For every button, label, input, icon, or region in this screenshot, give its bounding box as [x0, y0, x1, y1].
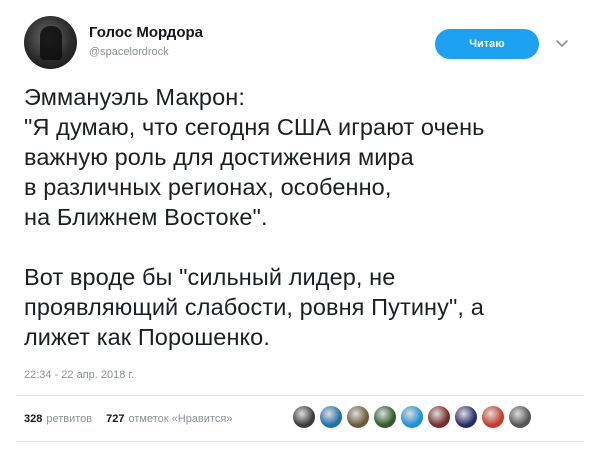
liker-avatar[interactable] [454, 405, 478, 429]
tweet-line: важную роль для достижения мира [24, 144, 414, 170]
liker-avatar[interactable] [373, 405, 397, 429]
divider [16, 441, 584, 442]
tweet-line: на Ближнем Востоке". [24, 204, 268, 230]
author-handle[interactable]: @spacelordrock [89, 46, 169, 58]
tweet-line: "Я думаю, что сегодня США играют очень [24, 114, 485, 140]
liker-avatar[interactable] [319, 405, 343, 429]
liker-avatar[interactable] [400, 405, 424, 429]
liker-avatar[interactable] [481, 405, 505, 429]
likes-count: 727 [106, 413, 125, 425]
avatar[interactable] [24, 16, 77, 69]
retweets-count: 328 [24, 413, 43, 425]
tweet-header: Голос Мордора @spacelordrock Читаю [24, 16, 584, 72]
likes-label: отметок «Нравится» [128, 413, 233, 425]
tweet-line: Эммануэль Макрон: [24, 84, 245, 110]
retweets-label: ретвитов [46, 413, 93, 425]
tweet-stats: 328 ретвитов 727 отметок «Нравится» [24, 407, 246, 431]
liker-avatar[interactable] [346, 405, 370, 429]
author-name[interactable]: Голос Мордора [89, 24, 203, 41]
liker-avatar[interactable] [508, 405, 532, 429]
avatar-figure [40, 26, 62, 60]
tweet-timestamp[interactable]: 22:34 - 22 апр. 2018 г. [24, 369, 134, 381]
tweet-line: Вот вроде бы "сильный лидер, не [24, 264, 396, 290]
likes-stat[interactable]: 727 отметок «Нравится» [106, 413, 232, 425]
liker-avatar[interactable] [292, 405, 316, 429]
tweet-text: Эммануэль Макрон: "Я думаю, что сегодня … [24, 82, 584, 352]
tweet-line: в различных регионах, особенно, [24, 174, 392, 200]
likers-avatars [292, 405, 535, 433]
tweet-line: лижет как Порошенко. [24, 324, 270, 350]
divider [16, 395, 584, 396]
chevron-down-icon[interactable] [552, 34, 572, 54]
follow-button[interactable]: Читаю [435, 29, 539, 59]
liker-avatar[interactable] [427, 405, 451, 429]
tweet-line: проявляющий слабости, ровня Путину", а [24, 294, 484, 320]
retweets-stat[interactable]: 328 ретвитов [24, 413, 92, 425]
